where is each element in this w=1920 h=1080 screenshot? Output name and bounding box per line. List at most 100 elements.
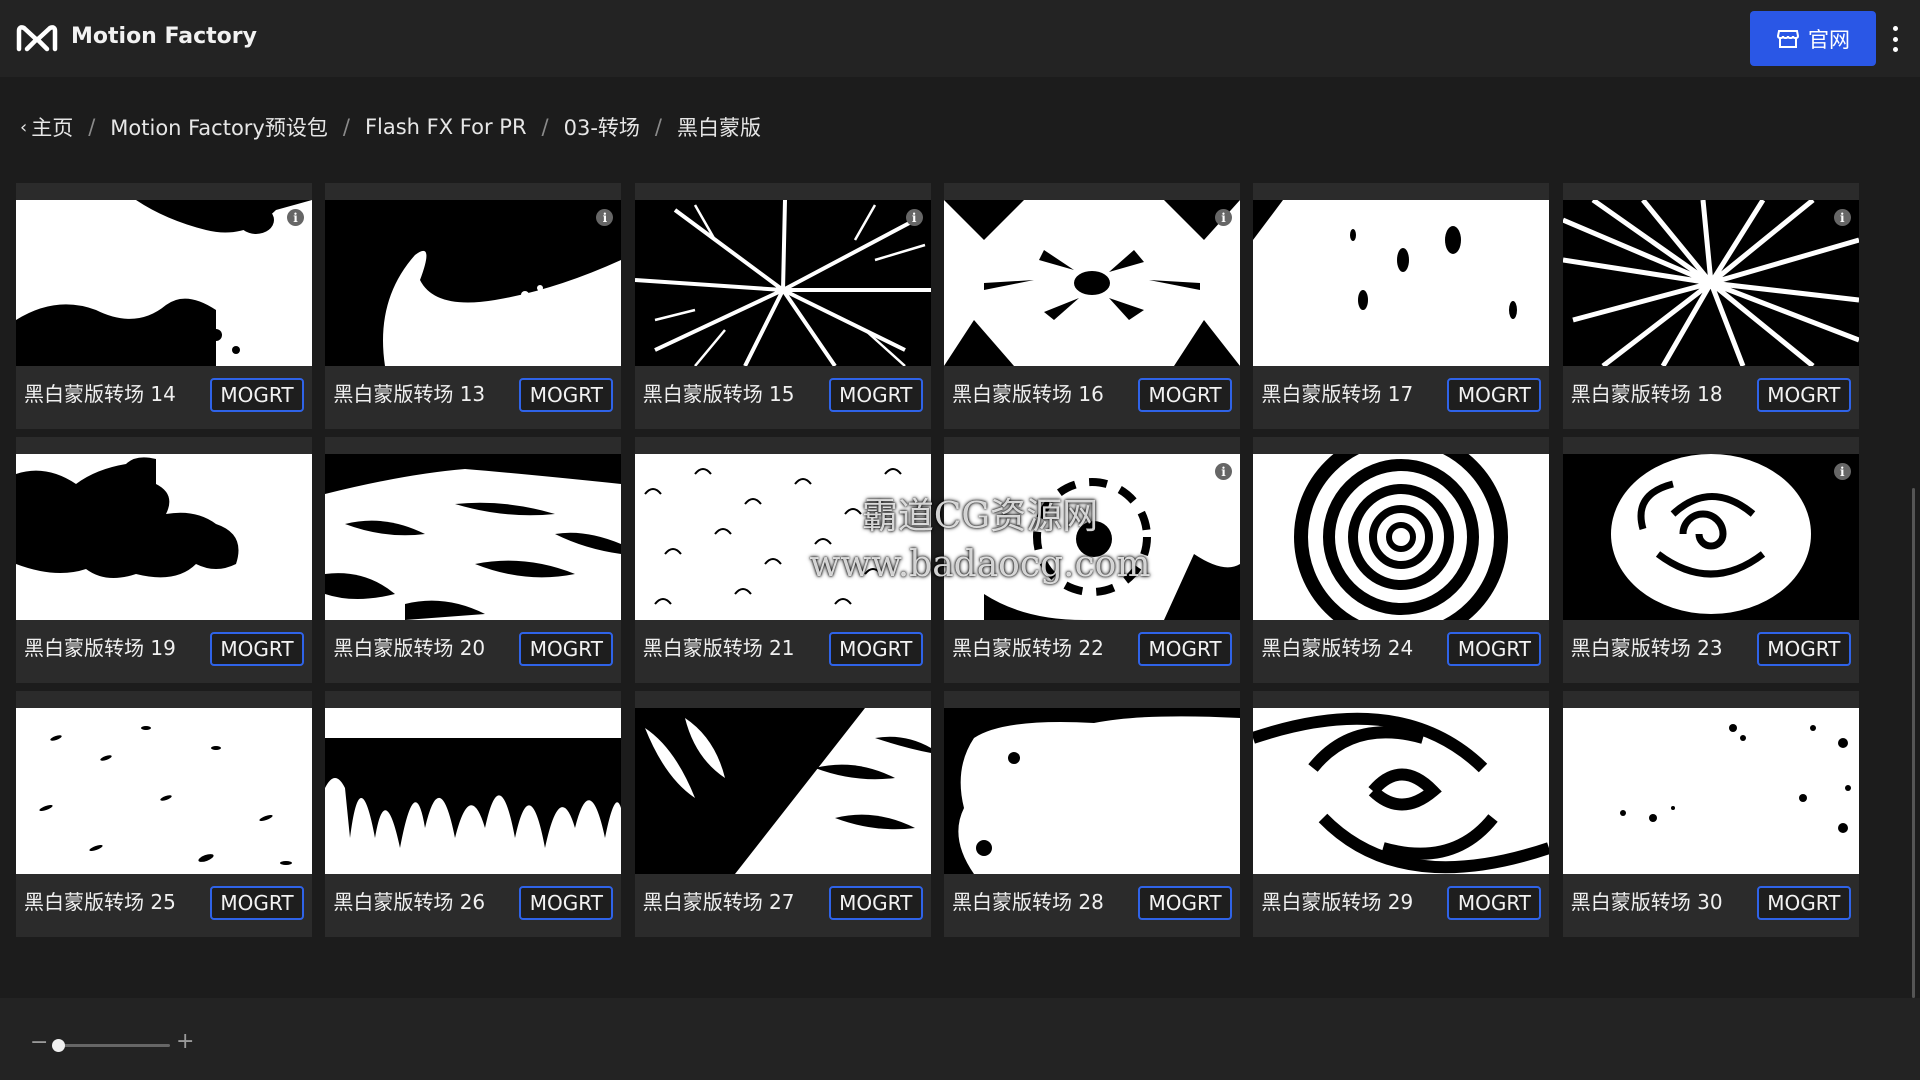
preset-card[interactable]: 黑白蒙版转场 27 MOGRT xyxy=(634,691,931,938)
mogrt-badge[interactable]: MOGRT xyxy=(1756,378,1851,412)
preset-label: 黑白蒙版转场 19 xyxy=(24,636,176,661)
mogrt-badge[interactable]: MOGRT xyxy=(1447,632,1542,667)
preset-thumbnail[interactable] xyxy=(1253,454,1550,621)
preset-label: 黑白蒙版转场 27 xyxy=(642,890,795,915)
more-menu-icon[interactable] xyxy=(1889,26,1901,52)
mogrt-badge[interactable]: MOGRT xyxy=(1756,632,1851,667)
mogrt-badge[interactable]: MOGRT xyxy=(210,886,304,921)
preset-card[interactable]: 黑白蒙版转场 28 MOGRT xyxy=(944,691,1241,938)
breadcrumb-separator: / xyxy=(88,115,96,139)
top-bar: Motion Factory 官网 xyxy=(0,0,1920,77)
mogrt-badge[interactable]: MOGRT xyxy=(828,886,923,921)
preset-label: 黑白蒙版转场 29 xyxy=(1261,890,1414,915)
mogrt-badge[interactable]: MOGRT xyxy=(210,378,304,412)
mogrt-badge[interactable]: MOGRT xyxy=(1138,886,1233,921)
breadcrumb-item-preset-pack[interactable]: Motion Factory预设包 xyxy=(110,112,328,142)
info-icon[interactable]: i xyxy=(287,209,304,226)
preset-card[interactable]: 黑白蒙版转场 30 MOGRT xyxy=(1562,691,1859,938)
preset-thumbnail[interactable] xyxy=(1562,708,1859,875)
info-icon[interactable]: i xyxy=(1833,463,1851,481)
preset-label: 黑白蒙版转场 30 xyxy=(1570,890,1723,915)
preset-card[interactable]: i 黑白蒙版转场 18 MOGRT xyxy=(1562,183,1859,429)
preset-card[interactable]: i 黑白蒙版转场 23 MOGRT xyxy=(1562,437,1859,684)
preset-card[interactable]: i 黑白蒙版转场 22 MOGRT xyxy=(944,437,1241,684)
preset-thumbnail[interactable] xyxy=(16,708,312,875)
info-icon[interactable]: i xyxy=(905,209,923,226)
preset-thumbnail[interactable] xyxy=(325,454,622,621)
zoom-slider[interactable] xyxy=(58,1044,170,1047)
store-icon xyxy=(1776,29,1800,48)
zoom-slider-handle[interactable] xyxy=(52,1039,65,1052)
mogrt-badge[interactable]: MOGRT xyxy=(1447,378,1542,412)
preset-thumbnail[interactable]: i xyxy=(944,454,1241,621)
preset-label: 黑白蒙版转场 28 xyxy=(952,890,1104,915)
bottom-bar xyxy=(0,998,1920,1080)
chevron-left-icon: ‹ xyxy=(20,116,28,138)
mogrt-badge[interactable]: MOGRT xyxy=(828,632,923,667)
official-site-button[interactable]: 官网 xyxy=(1750,11,1876,66)
preset-label: 黑白蒙版转场 15 xyxy=(642,382,795,406)
breadcrumb-home-label: 主页 xyxy=(31,116,74,140)
preset-thumbnail[interactable]: i xyxy=(1562,200,1859,366)
breadcrumb-item-transitions[interactable]: 03-转场 xyxy=(564,112,640,142)
preset-thumbnail[interactable] xyxy=(944,708,1241,875)
info-icon[interactable]: i xyxy=(1215,209,1233,226)
preset-label: 黑白蒙版转场 20 xyxy=(333,636,486,661)
zoom-in-icon[interactable]: + xyxy=(176,1031,194,1053)
preset-label: 黑白蒙版转场 14 xyxy=(24,382,176,406)
preset-card[interactable]: 黑白蒙版转场 29 MOGRT xyxy=(1253,691,1550,938)
mogrt-badge[interactable]: MOGRT xyxy=(1138,632,1233,667)
preset-label: 黑白蒙版转场 25 xyxy=(24,890,176,915)
mogrt-badge[interactable]: MOGRT xyxy=(519,886,614,921)
mogrt-badge[interactable]: MOGRT xyxy=(828,378,923,412)
breadcrumb-separator: / xyxy=(654,115,662,139)
preset-label: 黑白蒙版转场 18 xyxy=(1570,382,1723,406)
breadcrumb-separator: / xyxy=(342,115,350,139)
mogrt-badge[interactable]: MOGRT xyxy=(1447,886,1542,921)
preset-thumbnail[interactable] xyxy=(325,708,622,875)
preset-thumbnail[interactable]: i xyxy=(16,200,312,366)
breadcrumb-item-current: 黑白蒙版 xyxy=(677,116,761,140)
preset-card[interactable]: 黑白蒙版转场 25 MOGRT xyxy=(16,691,312,938)
info-icon[interactable]: i xyxy=(1833,209,1851,226)
preset-card[interactable]: 黑白蒙版转场 24 MOGRT xyxy=(1253,437,1550,684)
app-title: Motion Factory xyxy=(71,24,257,49)
preset-thumbnail[interactable]: i xyxy=(634,200,931,366)
preset-card[interactable]: 黑白蒙版转场 26 MOGRT xyxy=(325,691,622,938)
preset-thumbnail[interactable] xyxy=(634,708,931,875)
preset-label: 黑白蒙版转场 21 xyxy=(642,636,795,661)
preset-card[interactable]: i 黑白蒙版转场 14 MOGRT xyxy=(16,183,312,429)
preset-label: 黑白蒙版转场 16 xyxy=(952,382,1104,406)
preset-thumbnail[interactable] xyxy=(1253,708,1550,875)
preset-thumbnail[interactable]: i xyxy=(944,200,1241,366)
preset-thumbnail[interactable] xyxy=(1253,200,1550,366)
preset-card[interactable]: i 黑白蒙版转场 15 MOGRT xyxy=(634,183,931,429)
scrollbar[interactable] xyxy=(1912,488,1915,998)
preset-card[interactable]: 黑白蒙版转场 21 MOGRT xyxy=(634,437,931,684)
preset-thumbnail[interactable] xyxy=(634,454,931,621)
mogrt-badge[interactable]: MOGRT xyxy=(210,632,304,667)
preset-card[interactable]: i 黑白蒙版转场 16 MOGRT xyxy=(944,183,1241,429)
preset-label: 黑白蒙版转场 13 xyxy=(333,382,486,406)
mogrt-badge[interactable]: MOGRT xyxy=(1756,886,1851,921)
preset-thumbnail[interactable]: i xyxy=(1562,454,1859,621)
preset-thumbnail[interactable] xyxy=(16,454,312,621)
preset-label: 黑白蒙版转场 24 xyxy=(1261,636,1414,661)
mogrt-badge[interactable]: MOGRT xyxy=(1138,378,1233,412)
mogrt-badge[interactable]: MOGRT xyxy=(519,378,614,412)
preset-card[interactable]: 黑白蒙版转场 20 MOGRT xyxy=(325,437,622,684)
breadcrumb-home[interactable]: ‹ 主页 xyxy=(20,112,73,142)
preset-thumbnail[interactable]: i xyxy=(325,200,622,366)
breadcrumb-separator: / xyxy=(541,115,549,139)
mogrt-badge[interactable]: MOGRT xyxy=(519,632,614,667)
preset-card[interactable]: i 黑白蒙版转场 13 MOGRT xyxy=(325,183,622,429)
motion-factory-logo-icon xyxy=(16,25,58,52)
preset-card[interactable]: 黑白蒙版转场 17 MOGRT xyxy=(1253,183,1550,429)
preset-label: 黑白蒙版转场 17 xyxy=(1261,382,1414,406)
preset-card[interactable]: 黑白蒙版转场 19 MOGRT xyxy=(16,437,312,684)
breadcrumb: ‹ 主页 / Motion Factory预设包 / Flash FX For … xyxy=(20,112,761,142)
breadcrumb-item-flash-fx[interactable]: Flash FX For PR xyxy=(365,115,527,139)
preset-label: 黑白蒙版转场 22 xyxy=(952,636,1104,661)
zoom-out-icon[interactable]: − xyxy=(30,1032,48,1054)
official-site-label: 官网 xyxy=(1808,27,1850,52)
